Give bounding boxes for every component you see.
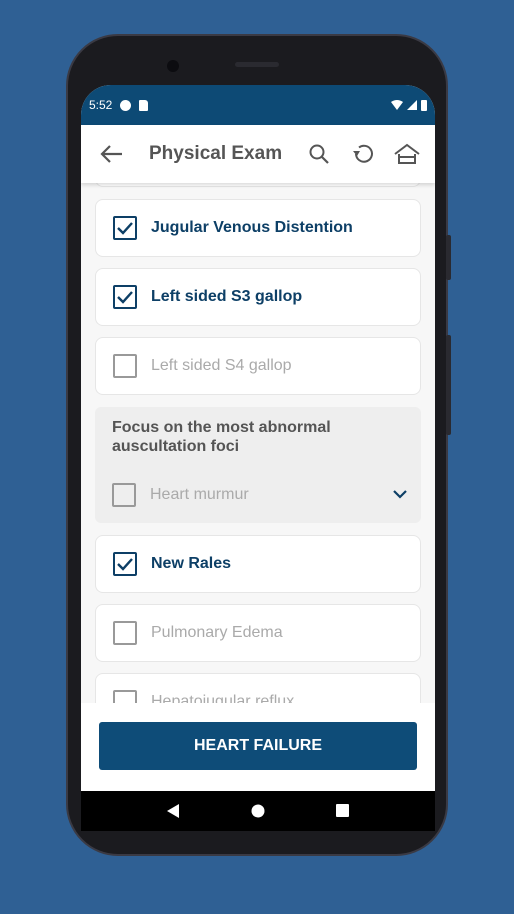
search-icon	[309, 144, 329, 164]
checkmark-icon	[117, 222, 133, 235]
checkbox[interactable]	[113, 621, 137, 645]
list-item[interactable]: Pulmonary Edema	[95, 604, 421, 662]
status-bar: 5:52	[81, 85, 435, 125]
home-button[interactable]	[385, 132, 429, 176]
checkmark-icon	[117, 558, 133, 571]
group-item[interactable]: Heart murmur	[112, 483, 249, 507]
page-title: Physical Exam	[149, 143, 283, 164]
checkbox-checked[interactable]	[113, 216, 137, 240]
item-label: Pulmonary Edema	[151, 624, 283, 641]
sd-card-icon	[139, 99, 149, 111]
footer: HEART FAILURE	[81, 703, 435, 791]
checkbox-checked[interactable]	[113, 552, 137, 576]
checkbox[interactable]	[112, 483, 136, 507]
list-item[interactable]: New Rales	[95, 535, 421, 593]
back-arrow-icon	[100, 145, 122, 163]
list-item[interactable]: Hepatojugular reflux	[95, 673, 421, 703]
back-icon[interactable]	[166, 803, 180, 819]
android-nav-bar	[81, 791, 435, 831]
time: 5:52	[89, 98, 113, 112]
group-heading: Focus on the most abnormal auscultation …	[112, 419, 331, 455]
item-label: Hepatojugular reflux	[151, 693, 295, 703]
list-item[interactable]: Left sided S3 gallop	[95, 268, 421, 326]
home-icon	[394, 143, 420, 164]
item-label: Left sided S3 gallop	[151, 288, 303, 305]
battery-icon	[421, 99, 427, 111]
screen: 5:52 Physical Exam Jugular Venous Disten…	[81, 85, 435, 831]
recents-icon[interactable]	[335, 804, 350, 818]
camera	[167, 60, 179, 72]
list-item[interactable]	[95, 183, 421, 187]
list-item[interactable]: Jugular Venous Distention	[95, 199, 421, 257]
reset-button[interactable]	[341, 132, 385, 176]
item-label: Heart murmur	[150, 486, 249, 503]
signal-icon	[407, 100, 417, 110]
list-item[interactable]: Left sided S4 gallop	[95, 337, 421, 395]
auscultation-group: Focus on the most abnormal auscultation …	[95, 407, 421, 523]
reset-icon	[353, 144, 373, 163]
checkbox-checked[interactable]	[113, 285, 137, 309]
app-notification-icon	[120, 99, 132, 111]
heart-failure-button[interactable]: HEART FAILURE	[99, 722, 417, 770]
power-button	[446, 335, 451, 435]
checkmark-icon	[117, 291, 133, 304]
speaker	[235, 62, 279, 67]
chevron-down-icon[interactable]	[393, 490, 407, 499]
checkbox[interactable]	[113, 354, 137, 378]
back-button[interactable]	[89, 132, 133, 176]
search-button[interactable]	[297, 132, 341, 176]
item-label: Left sided S4 gallop	[151, 357, 292, 374]
volume-button	[446, 235, 451, 280]
home-circle-icon[interactable]	[251, 804, 265, 818]
item-label: Jugular Venous Distention	[151, 219, 353, 236]
checkbox[interactable]	[113, 690, 137, 703]
wifi-icon	[391, 100, 403, 110]
item-label: New Rales	[151, 555, 232, 572]
exam-list[interactable]: Jugular Venous Distention Left sided S3 …	[81, 183, 435, 703]
app-bar: Physical Exam	[81, 125, 435, 183]
